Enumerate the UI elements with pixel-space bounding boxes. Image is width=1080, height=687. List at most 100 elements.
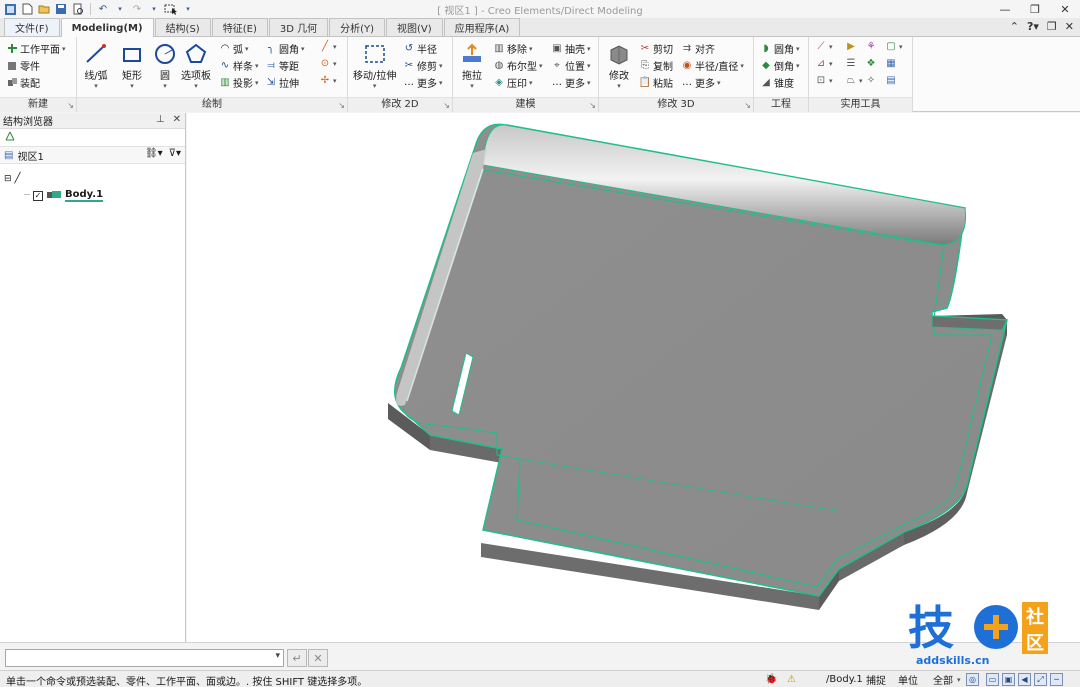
binoculars-icon[interactable]: ⛓▾ [145, 148, 163, 159]
tree-tab[interactable] [0, 129, 185, 147]
restore-icon[interactable]: ❐ [1020, 0, 1050, 18]
imprint-button[interactable]: ◈ 压印 ▾ [493, 75, 532, 90]
close-icon[interactable]: ✕ [1050, 0, 1080, 18]
globe-icon[interactable]: ◎ [966, 673, 979, 686]
tab-structure[interactable]: 结构(S) [154, 18, 211, 36]
circle-button[interactable]: 圆 ▾ [152, 41, 178, 90]
line-arc-button[interactable]: 线/弧 ▾ [83, 41, 109, 90]
undo-dropdown-icon[interactable]: ▾ [113, 2, 127, 16]
filter-icon[interactable]: ⊽▾ [169, 148, 181, 159]
help-icon[interactable]: ?▾ [1027, 20, 1039, 33]
tab-analysis[interactable]: 分析(Y) [329, 18, 386, 36]
tool-color-button[interactable]: ⚘ [865, 41, 877, 53]
taper-button[interactable]: ◢ 锥度 [760, 75, 794, 90]
more-2d-button[interactable]: … 更多 ▾ [403, 75, 443, 90]
redo-icon[interactable]: ↷ [130, 2, 144, 16]
group-launcher-icon[interactable]: ↘ [67, 101, 74, 110]
app-menu-icon[interactable] [3, 2, 17, 16]
chamfer-button[interactable]: ◆ 倒角 ▾ [760, 58, 799, 73]
point-tool-button[interactable]: ⊙ ▾ [319, 58, 337, 70]
palette-button[interactable]: 选项板 ▾ [181, 41, 211, 90]
group-launcher-icon[interactable]: ↘ [443, 101, 450, 110]
filter-select[interactable]: 全部 ▾ [933, 672, 961, 687]
line-tool-button[interactable]: ╱ ▾ [319, 41, 337, 53]
more-model-button[interactable]: … 更多 ▾ [551, 75, 591, 90]
collapse-ribbon-icon[interactable]: ⌃ [1010, 20, 1019, 33]
paste-button[interactable]: 📋 粘贴 [639, 75, 673, 90]
status-bug-icon[interactable]: 🐞 [765, 672, 777, 687]
tool-calculator-button[interactable]: ▤ [885, 75, 897, 87]
tab-features[interactable]: 特征(E) [211, 18, 268, 36]
tab-view[interactable]: 视图(V) [386, 18, 443, 36]
visibility-checkbox[interactable]: ✓ [33, 190, 44, 201]
remove-button[interactable]: ▥ 移除 ▾ [493, 41, 532, 56]
construct-tool-button[interactable]: ✢ ▾ [319, 75, 337, 87]
workplane-button[interactable]: 工作平面 ▾ [6, 41, 66, 56]
tree-item-body[interactable]: ┄ ✓ Body.1 [24, 189, 104, 202]
group-launcher-icon[interactable]: ↘ [744, 101, 751, 110]
open-folder-icon[interactable] [37, 2, 51, 16]
command-cancel-button[interactable]: ✕ [308, 649, 328, 667]
tool-image-button[interactable]: ▦ [885, 58, 897, 70]
tool-annotate-button[interactable]: ⊡ ▾ [815, 75, 833, 87]
command-history-dropdown-icon[interactable]: ▾ [275, 651, 280, 661]
radius-diameter-button[interactable]: ◉ 半径/直径 ▾ [681, 58, 744, 73]
spline-button[interactable]: ∿ 样条 ▾ [219, 58, 259, 73]
warning-icon[interactable]: ⚠ [787, 672, 796, 687]
tool-list-button[interactable]: ☰ [845, 58, 857, 70]
round-button[interactable]: ◗ 圆角 ▾ [760, 41, 799, 56]
tab-3d-geometry[interactable]: 3D 几何 [268, 18, 329, 36]
tool-dimension-button[interactable]: ⊿ ▾ [815, 58, 833, 70]
shell-button[interactable]: ▣ 抽壳 ▾ [551, 41, 590, 56]
model-viewport[interactable] [187, 113, 1080, 642]
viewport-row[interactable]: ▤ 视区1 ⛓▾ ⊽▾ [0, 147, 185, 164]
command-input[interactable]: ▾ [5, 649, 284, 667]
current-part-field[interactable]: /Body.1 [826, 672, 863, 687]
group-launcher-icon[interactable]: ↘ [338, 101, 345, 110]
new-file-icon[interactable] [20, 2, 34, 16]
modify-button[interactable]: 修改 ▾ [606, 41, 632, 90]
rectangle-button[interactable]: 矩形 ▾ [119, 41, 145, 90]
collapse-toggle-icon[interactable]: ⊟ [4, 174, 12, 184]
extrude-2d-button[interactable]: ⇲ 拉伸 [265, 75, 299, 90]
units-button[interactable]: 单位 [898, 672, 918, 687]
restore-doc-icon[interactable]: ❐ [1047, 20, 1057, 33]
minimize-icon[interactable]: — [990, 0, 1020, 18]
fit-view-icon[interactable]: ⤢ [1034, 673, 1047, 686]
project-button[interactable]: ▥ 投影 ▾ [219, 75, 258, 90]
cut-button[interactable]: ✂ 剪切 [639, 41, 673, 56]
tool-select-button[interactable]: ▶ [845, 41, 857, 53]
panel-toggle-icon[interactable]: ▭ [986, 673, 999, 686]
arc-button[interactable]: ◠ 弧 ▾ [219, 41, 249, 56]
tool-collision-button[interactable]: ✧ [865, 75, 877, 87]
tool-section-button[interactable]: ⏢ ▾ [845, 75, 863, 87]
more-3d-button[interactable]: … 更多 ▾ [681, 75, 721, 90]
part-button[interactable]: 零件 [6, 58, 40, 73]
customize-toolbar-icon[interactable]: ▾ [181, 2, 195, 16]
tool-measure-button[interactable]: ⟋ ▾ [815, 41, 833, 53]
tree-root[interactable]: ⊟ ╱ [4, 173, 21, 184]
tool-frame-button[interactable]: ▢ ▾ [885, 41, 902, 53]
redo-dropdown-icon[interactable]: ▾ [147, 2, 161, 16]
tab-file[interactable]: 文件(F) [4, 18, 60, 36]
zoom-out-icon[interactable]: ─ [1050, 673, 1063, 686]
trim-button[interactable]: ✂ 修剪 ▾ [403, 58, 443, 73]
move-stretch-button[interactable]: 移动/拉伸 ▾ [353, 41, 396, 90]
boolean-button[interactable]: ◍ 布尔型 ▾ [493, 58, 543, 73]
panel-close-icon[interactable]: ✕ [173, 114, 181, 125]
offset-button[interactable]: ⫤ 等距 [265, 58, 299, 73]
align-button[interactable]: ⇉ 对齐 [681, 41, 715, 56]
command-enter-button[interactable]: ↵ [287, 649, 307, 667]
group-launcher-icon[interactable]: ↘ [589, 101, 596, 110]
radius-button[interactable]: ↺ 半径 [403, 41, 437, 56]
pin-icon[interactable]: ⊥ [156, 114, 165, 125]
tab-modeling[interactable]: Modeling(M) [60, 18, 154, 37]
pull-button[interactable]: 拖拉 ▾ [459, 41, 485, 90]
save-icon[interactable] [54, 2, 68, 16]
prev-icon[interactable]: ◀ [1018, 673, 1031, 686]
tool-explode-button[interactable]: ❖ [865, 58, 877, 70]
snap-button[interactable]: 捕捉 [866, 672, 886, 687]
tab-applications[interactable]: 应用程序(A) [443, 18, 521, 36]
fillet-2d-button[interactable]: ╮ 圆角 ▾ [265, 41, 305, 56]
close-doc-icon[interactable]: ✕ [1065, 20, 1074, 33]
